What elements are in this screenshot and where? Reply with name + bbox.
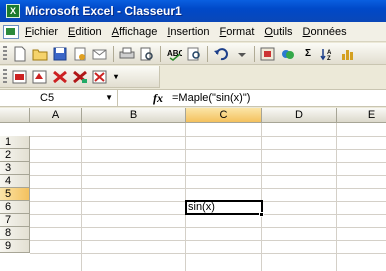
new-icon[interactable]: [12, 46, 28, 62]
formula-input[interactable]: =Maple("sin(x)"): [172, 92, 250, 104]
svg-text:ABC: ABC: [167, 49, 182, 58]
menu-bar: Fichier Edition Affichage Insertion Form…: [0, 22, 386, 42]
insert-function-icon[interactable]: fx: [148, 91, 168, 106]
workbook-icon[interactable]: [3, 24, 19, 39]
title-bar: X Microsoft Excel - Classeur1: [0, 0, 386, 22]
open-icon[interactable]: [32, 46, 48, 62]
col-header-b[interactable]: B: [82, 108, 186, 123]
chevron-down-icon[interactable]: ▼: [105, 93, 113, 102]
save-icon[interactable]: [52, 46, 68, 62]
col-header-d[interactable]: D: [262, 108, 337, 123]
row-header-2[interactable]: 2: [0, 149, 30, 162]
worksheet-grid: A B C D E 1 2 3 4 5 6 7 8 9 sin(x): [0, 108, 386, 271]
row-header-4[interactable]: 4: [0, 175, 30, 188]
row-header-3[interactable]: 3: [0, 162, 30, 175]
active-cell-border: [185, 200, 263, 215]
maple-d-icon[interactable]: [72, 69, 88, 85]
maple-c-icon[interactable]: [52, 69, 68, 85]
email-icon[interactable]: [92, 46, 108, 62]
hyperlink-icon[interactable]: [280, 46, 296, 62]
row-header-1[interactable]: 1: [0, 136, 30, 149]
redo-icon[interactable]: [233, 46, 249, 62]
undo-icon[interactable]: [213, 46, 229, 62]
row-header-6[interactable]: 6: [0, 201, 30, 214]
maple-a-icon[interactable]: [12, 69, 28, 85]
menu-format[interactable]: Format: [220, 26, 255, 38]
print-preview-icon[interactable]: [139, 46, 155, 62]
row-header-8[interactable]: 8: [0, 227, 30, 240]
menu-donnees[interactable]: Données: [303, 26, 347, 38]
toolbar-grip[interactable]: [3, 45, 7, 62]
menu-affichage[interactable]: Affichage: [112, 26, 158, 38]
col-header-c[interactable]: C: [186, 108, 262, 123]
maple-icon[interactable]: [260, 46, 276, 62]
fill-handle[interactable]: [259, 212, 264, 217]
maple-toolbar: ▾: [0, 66, 160, 88]
spelling-icon[interactable]: ABC: [166, 46, 182, 62]
row-header-7[interactable]: 7: [0, 214, 30, 227]
col-header-e[interactable]: E: [337, 108, 386, 123]
svg-text:Z: Z: [327, 56, 331, 61]
maple-b-icon[interactable]: [32, 69, 48, 85]
excel-app-icon[interactable]: X: [6, 4, 20, 18]
menu-edition[interactable]: Edition: [68, 26, 102, 38]
name-box-value: C5: [40, 92, 55, 104]
name-box[interactable]: C5 ▼: [0, 90, 118, 106]
row-header-5[interactable]: 5: [0, 188, 30, 201]
menu-fichier[interactable]: Fichier: [25, 26, 58, 38]
research-icon[interactable]: [186, 46, 202, 62]
print-icon[interactable]: [119, 46, 135, 62]
row-header-9[interactable]: 9: [0, 240, 30, 253]
select-all-corner[interactable]: [0, 108, 30, 123]
maple-toolbar-grip[interactable]: [3, 68, 7, 85]
standard-toolbar: ABC Σ AZ: [0, 43, 386, 65]
sort-icon[interactable]: AZ: [320, 46, 336, 62]
menu-insertion[interactable]: Insertion: [167, 26, 209, 38]
autosum-icon[interactable]: Σ: [300, 46, 316, 62]
col-header-a[interactable]: A: [30, 108, 82, 123]
menu-outils[interactable]: Outils: [264, 26, 292, 38]
toolbar-options-icon[interactable]: ▾: [112, 69, 120, 85]
chart-icon[interactable]: [340, 46, 356, 62]
formula-bar: C5 ▼ fx =Maple("sin(x)"): [0, 89, 386, 107]
window-title: Microsoft Excel - Classeur1: [25, 4, 182, 18]
maple-e-icon[interactable]: [92, 69, 108, 85]
permission-icon[interactable]: [72, 46, 88, 62]
